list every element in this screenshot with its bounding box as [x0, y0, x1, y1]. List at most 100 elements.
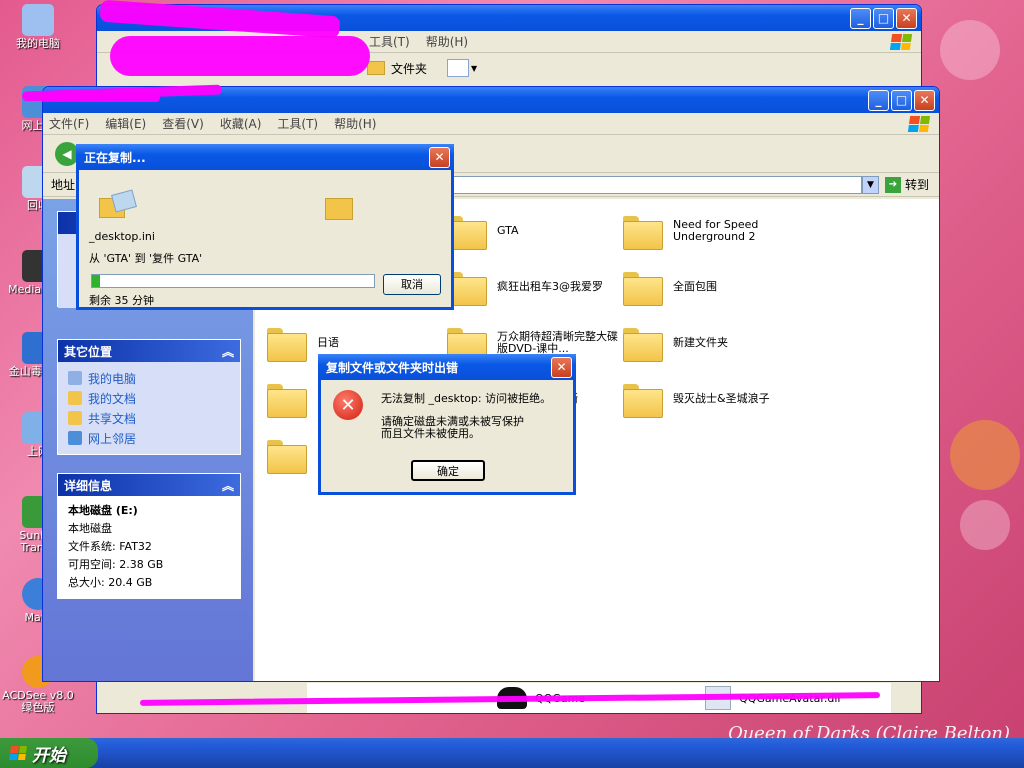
- cancel-button[interactable]: 取消: [383, 274, 441, 295]
- redaction-scribble: [40, 94, 160, 102]
- drive-free-space: 可用空间: 2.38 GB: [68, 558, 164, 571]
- wallpaper-bubble: [960, 500, 1010, 550]
- collapse-chevron-icon[interactable]: ︽: [222, 343, 234, 360]
- menu-tools[interactable]: 工具(T): [277, 115, 318, 132]
- maximize-button[interactable]: □: [873, 7, 894, 29]
- desktop-icon-label: ACDSee v8.0 绿色版: [2, 689, 74, 714]
- wallpaper-swirl: [950, 420, 1020, 490]
- other-places-header[interactable]: 其它位置 ︽: [58, 340, 240, 362]
- folder-icon: [623, 326, 663, 362]
- chevron-down-icon[interactable]: ▼: [471, 64, 477, 73]
- destination-folder-icon: [325, 198, 353, 220]
- link-my-documents[interactable]: 我的文档: [68, 388, 230, 408]
- details-header[interactable]: 详细信息 ︽: [58, 474, 240, 496]
- folder-icon: [267, 382, 307, 418]
- folder-icon: [367, 61, 385, 75]
- desktop-icon-label: 我的电脑: [16, 37, 60, 50]
- other-places-list: 我的电脑 我的文档 共享文档 网上邻居: [58, 362, 240, 454]
- link-shared-documents[interactable]: 共享文档: [68, 408, 230, 428]
- go-button[interactable]: 转到: [905, 176, 929, 193]
- folder-item[interactable]: Need for Speed Underground 2: [623, 209, 799, 253]
- menu-view[interactable]: 查看(V): [162, 115, 204, 132]
- taskbar: 开始: [0, 738, 1024, 768]
- folder-label: 毁灭战士&圣城浪子: [673, 392, 770, 405]
- folder-item[interactable]: GTA: [447, 209, 623, 253]
- close-button[interactable]: ✕: [896, 7, 917, 29]
- views-icon[interactable]: [447, 59, 470, 77]
- link-network-places[interactable]: 网上邻居: [68, 428, 230, 448]
- other-places-title: 其它位置: [64, 344, 113, 359]
- folder-icon: [623, 270, 663, 306]
- menu-edit[interactable]: 编辑(E): [105, 115, 146, 132]
- go-arrow-icon[interactable]: ➔: [884, 176, 901, 193]
- copy-source-dest: 从 'GTA' 到 '复件 GTA': [89, 252, 203, 265]
- copy-time-remaining: 剩余 35 分钟: [89, 294, 154, 307]
- menu-help[interactable]: 帮助(H): [334, 115, 376, 132]
- shared-folder-icon: [68, 411, 82, 425]
- documents-folder-icon: [68, 391, 82, 405]
- copy-progress-bar: [91, 274, 375, 288]
- error-dialog-titlebar[interactable]: 复制文件或文件夹时出错 ✕: [318, 354, 576, 380]
- details-body: 本地磁盘 (E:) 本地磁盘 文件系统: FAT32 可用空间: 2.38 GB…: [58, 496, 240, 598]
- ok-button[interactable]: 确定: [411, 460, 485, 481]
- menu-file[interactable]: 文件(F): [49, 115, 89, 132]
- link-label: 共享文档: [88, 411, 137, 426]
- copy-error-dialog[interactable]: 复制文件或文件夹时出错 ✕ ✕ 无法复制 _desktop: 访问被拒绝。 请确…: [318, 354, 576, 495]
- drive-total-size: 总大小: 20.4 GB: [68, 576, 153, 589]
- folder-label: 日语: [317, 336, 339, 349]
- link-my-computer[interactable]: 我的电脑: [68, 368, 230, 388]
- error-hint-line: 而且文件未被使用。: [381, 427, 480, 440]
- close-button[interactable]: ✕: [551, 356, 572, 378]
- folder-item[interactable]: 疯狂出租车3@我爱罗: [447, 265, 623, 309]
- menu-tools[interactable]: 工具(T): [369, 33, 410, 50]
- computer-icon: [68, 371, 82, 385]
- start-button[interactable]: 开始: [0, 738, 98, 768]
- folder-label: 新建文件夹: [673, 336, 728, 349]
- folder-item[interactable]: 全面包围: [623, 265, 799, 309]
- folder-item[interactable]: 晰: [567, 377, 627, 421]
- copy-progress-fill: [92, 275, 101, 287]
- copy-dialog-titlebar[interactable]: 正在复制... ✕: [76, 144, 454, 170]
- windows-logo-icon: [889, 33, 913, 50]
- drive-type: 本地磁盘: [68, 522, 112, 535]
- other-places-panel: 其它位置 ︽ 我的电脑 我的文档 共享文档 网上邻居: [57, 339, 241, 455]
- folder-item[interactable]: 新建文件夹: [623, 321, 799, 365]
- folders-button[interactable]: 文件夹: [391, 60, 427, 77]
- minimize-button[interactable]: _: [850, 7, 871, 29]
- error-message: 无法复制 _desktop: 访问被拒绝。: [381, 392, 552, 405]
- folder-item[interactable]: 毁灭战士&圣城浪子: [623, 377, 799, 421]
- minimize-button[interactable]: _: [868, 89, 889, 111]
- desktop-icon-my-computer[interactable]: 我的电脑: [2, 4, 74, 50]
- folder-icon: [267, 326, 307, 362]
- redaction-scribble: [110, 36, 370, 76]
- menu-favorites[interactable]: 收藏(A): [220, 115, 262, 132]
- network-icon: [68, 431, 82, 445]
- collapse-chevron-icon[interactable]: ︽: [222, 477, 234, 494]
- folder-icon: [267, 438, 307, 474]
- windows-logo-icon: [9, 746, 27, 760]
- windows-logo-icon: [907, 115, 931, 132]
- copy-dialog-title: 正在复制...: [84, 150, 146, 165]
- folder-label: 全面包围: [673, 280, 717, 293]
- folder-label: 万众期待超清晰完整大碟版DVD-课中...: [497, 330, 618, 355]
- link-label: 网上邻居: [88, 431, 137, 446]
- details-title: 详细信息: [64, 478, 113, 493]
- error-dialog-title: 复制文件或文件夹时出错: [326, 360, 459, 375]
- link-label: 我的文档: [88, 391, 137, 406]
- computer-icon: [22, 4, 54, 36]
- explorer-menubar: 文件(F) 编辑(E) 查看(V) 收藏(A) 工具(T) 帮助(H): [43, 113, 939, 135]
- folder-label: GTA: [497, 224, 519, 237]
- wallpaper-bubble: [940, 20, 1000, 80]
- address-label: 地址: [51, 178, 76, 192]
- close-button[interactable]: ✕: [914, 89, 935, 111]
- close-button[interactable]: ✕: [429, 146, 450, 168]
- maximize-button[interactable]: □: [891, 89, 912, 111]
- folder-label: 疯狂出租车3@我爱罗: [497, 280, 603, 293]
- link-label: 我的电脑: [88, 371, 137, 386]
- menu-help[interactable]: 帮助(H): [426, 33, 468, 50]
- copy-progress-dialog[interactable]: 正在复制... ✕ _desktop.ini 从 'GTA' 到 '复件 GTA…: [76, 144, 454, 310]
- chevron-down-icon[interactable]: ▼: [861, 175, 879, 194]
- details-panel: 详细信息 ︽ 本地磁盘 (E:) 本地磁盘 文件系统: FAT32 可用空间: …: [57, 473, 241, 599]
- folder-label: Need for Speed Underground 2: [673, 218, 759, 243]
- drive-filesystem: 文件系统: FAT32: [68, 540, 152, 553]
